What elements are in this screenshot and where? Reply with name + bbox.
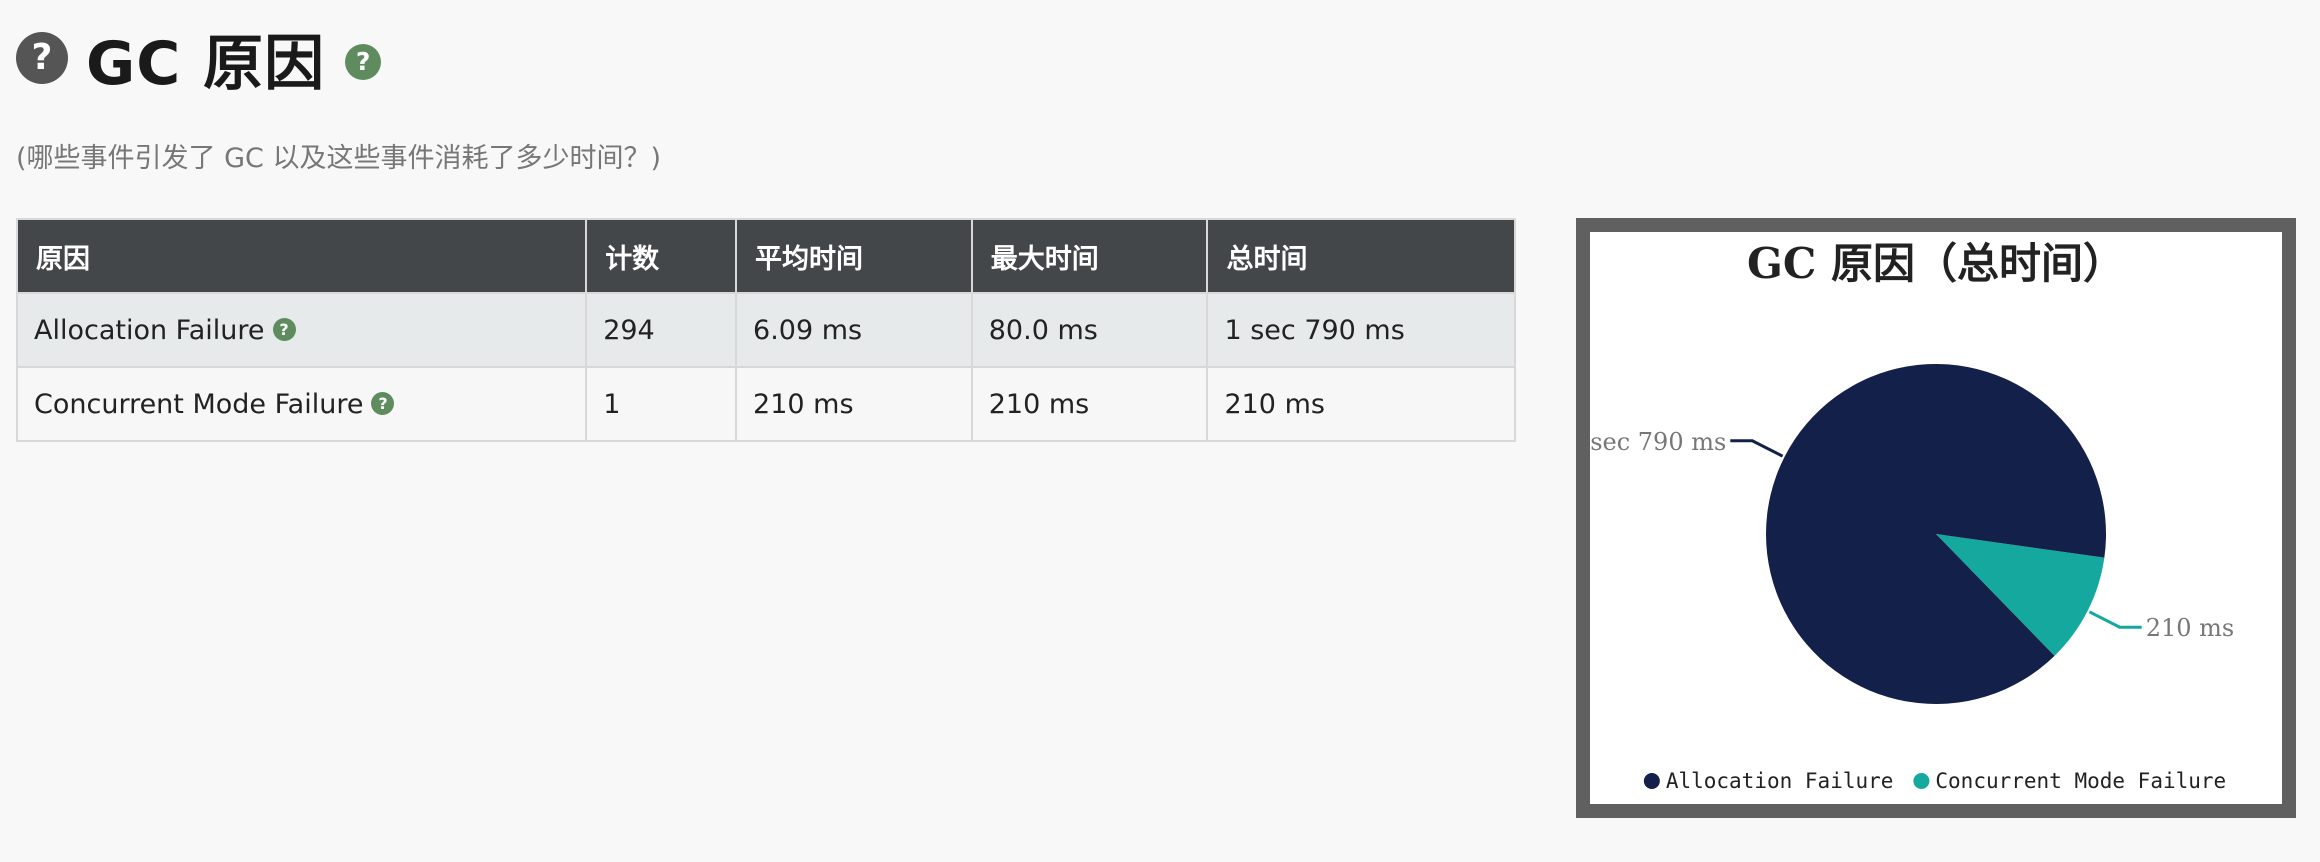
question-circle-icon[interactable]: ? <box>272 317 296 341</box>
max-time-cell: 80.0 ms <box>970 292 1209 368</box>
table-row: Concurrent Mode Failure? 1 210 ms 210 ms… <box>15 366 1516 442</box>
column-header-count[interactable]: 计数 <box>585 218 738 294</box>
cause-cell: Allocation Failure? <box>15 292 588 368</box>
chart-canvas: GC 原因（总时间） 210 ms 1 sec 790 ms Allocation… <box>1590 232 2282 804</box>
column-header-avg-time[interactable]: 平均时间 <box>735 218 973 294</box>
total-time-cell: 210 ms <box>1206 366 1516 442</box>
total-time-cell: 1 sec 790 ms <box>1206 292 1516 368</box>
chart-title: GC 原因（总时间） <box>1747 239 2125 288</box>
max-time-cell: 210 ms <box>970 366 1209 442</box>
title-help-icon[interactable]: ? <box>345 44 382 80</box>
cause-label: Concurrent Mode Failure <box>34 388 364 420</box>
question-circle-icon[interactable]: ? <box>16 32 68 84</box>
cause-label: Allocation Failure <box>34 314 265 346</box>
pie-chart-svg: GC 原因（总时间） 210 ms 1 sec 790 ms Allocation… <box>1590 239 2235 793</box>
page-title: GC 原因 <box>86 28 326 99</box>
column-header-max-time[interactable]: 最大时间 <box>970 218 1209 294</box>
count-cell: 294 <box>585 292 738 368</box>
avg-time-cell: 210 ms <box>735 366 973 442</box>
page-subtitle: (哪些事件引发了 GC 以及这些事件消耗了多少时间？) <box>16 143 662 174</box>
column-header-total-time[interactable]: 总时间 <box>1206 218 1516 294</box>
legend-label[interactable]: Concurrent Mode Failure <box>1935 769 2226 793</box>
count-cell: 1 <box>585 366 738 442</box>
pie-data-label: 1 sec 790 ms <box>1590 428 1726 456</box>
gc-causes-table: 原因 计数 平均时间 最大时间 总时间 Allocation Failure? … <box>15 218 1516 442</box>
gc-causes-chart: GC 原因（总时间） 210 ms 1 sec 790 ms Allocation… <box>1576 218 2296 818</box>
pie-data-label: 210 ms <box>2146 614 2235 642</box>
pie-label-line <box>2088 610 2142 629</box>
question-circle-icon[interactable]: ? <box>371 391 395 415</box>
table-row: Allocation Failure? 294 6.09 ms 80.0 ms … <box>15 292 1516 368</box>
legend-label[interactable]: Allocation Failure <box>1666 769 1894 793</box>
table-header-row: 原因 计数 平均时间 最大时间 总时间 <box>15 218 1516 294</box>
cause-cell: Concurrent Mode Failure? <box>15 366 588 442</box>
column-header-cause[interactable]: 原因 <box>15 218 588 294</box>
legend-marker[interactable] <box>1643 773 1660 789</box>
legend-marker[interactable] <box>1913 773 1930 789</box>
page-header: ? GC 原因 ? <box>16 18 382 99</box>
avg-time-cell: 6.09 ms <box>735 292 973 368</box>
pie-label-line <box>1730 439 1784 458</box>
